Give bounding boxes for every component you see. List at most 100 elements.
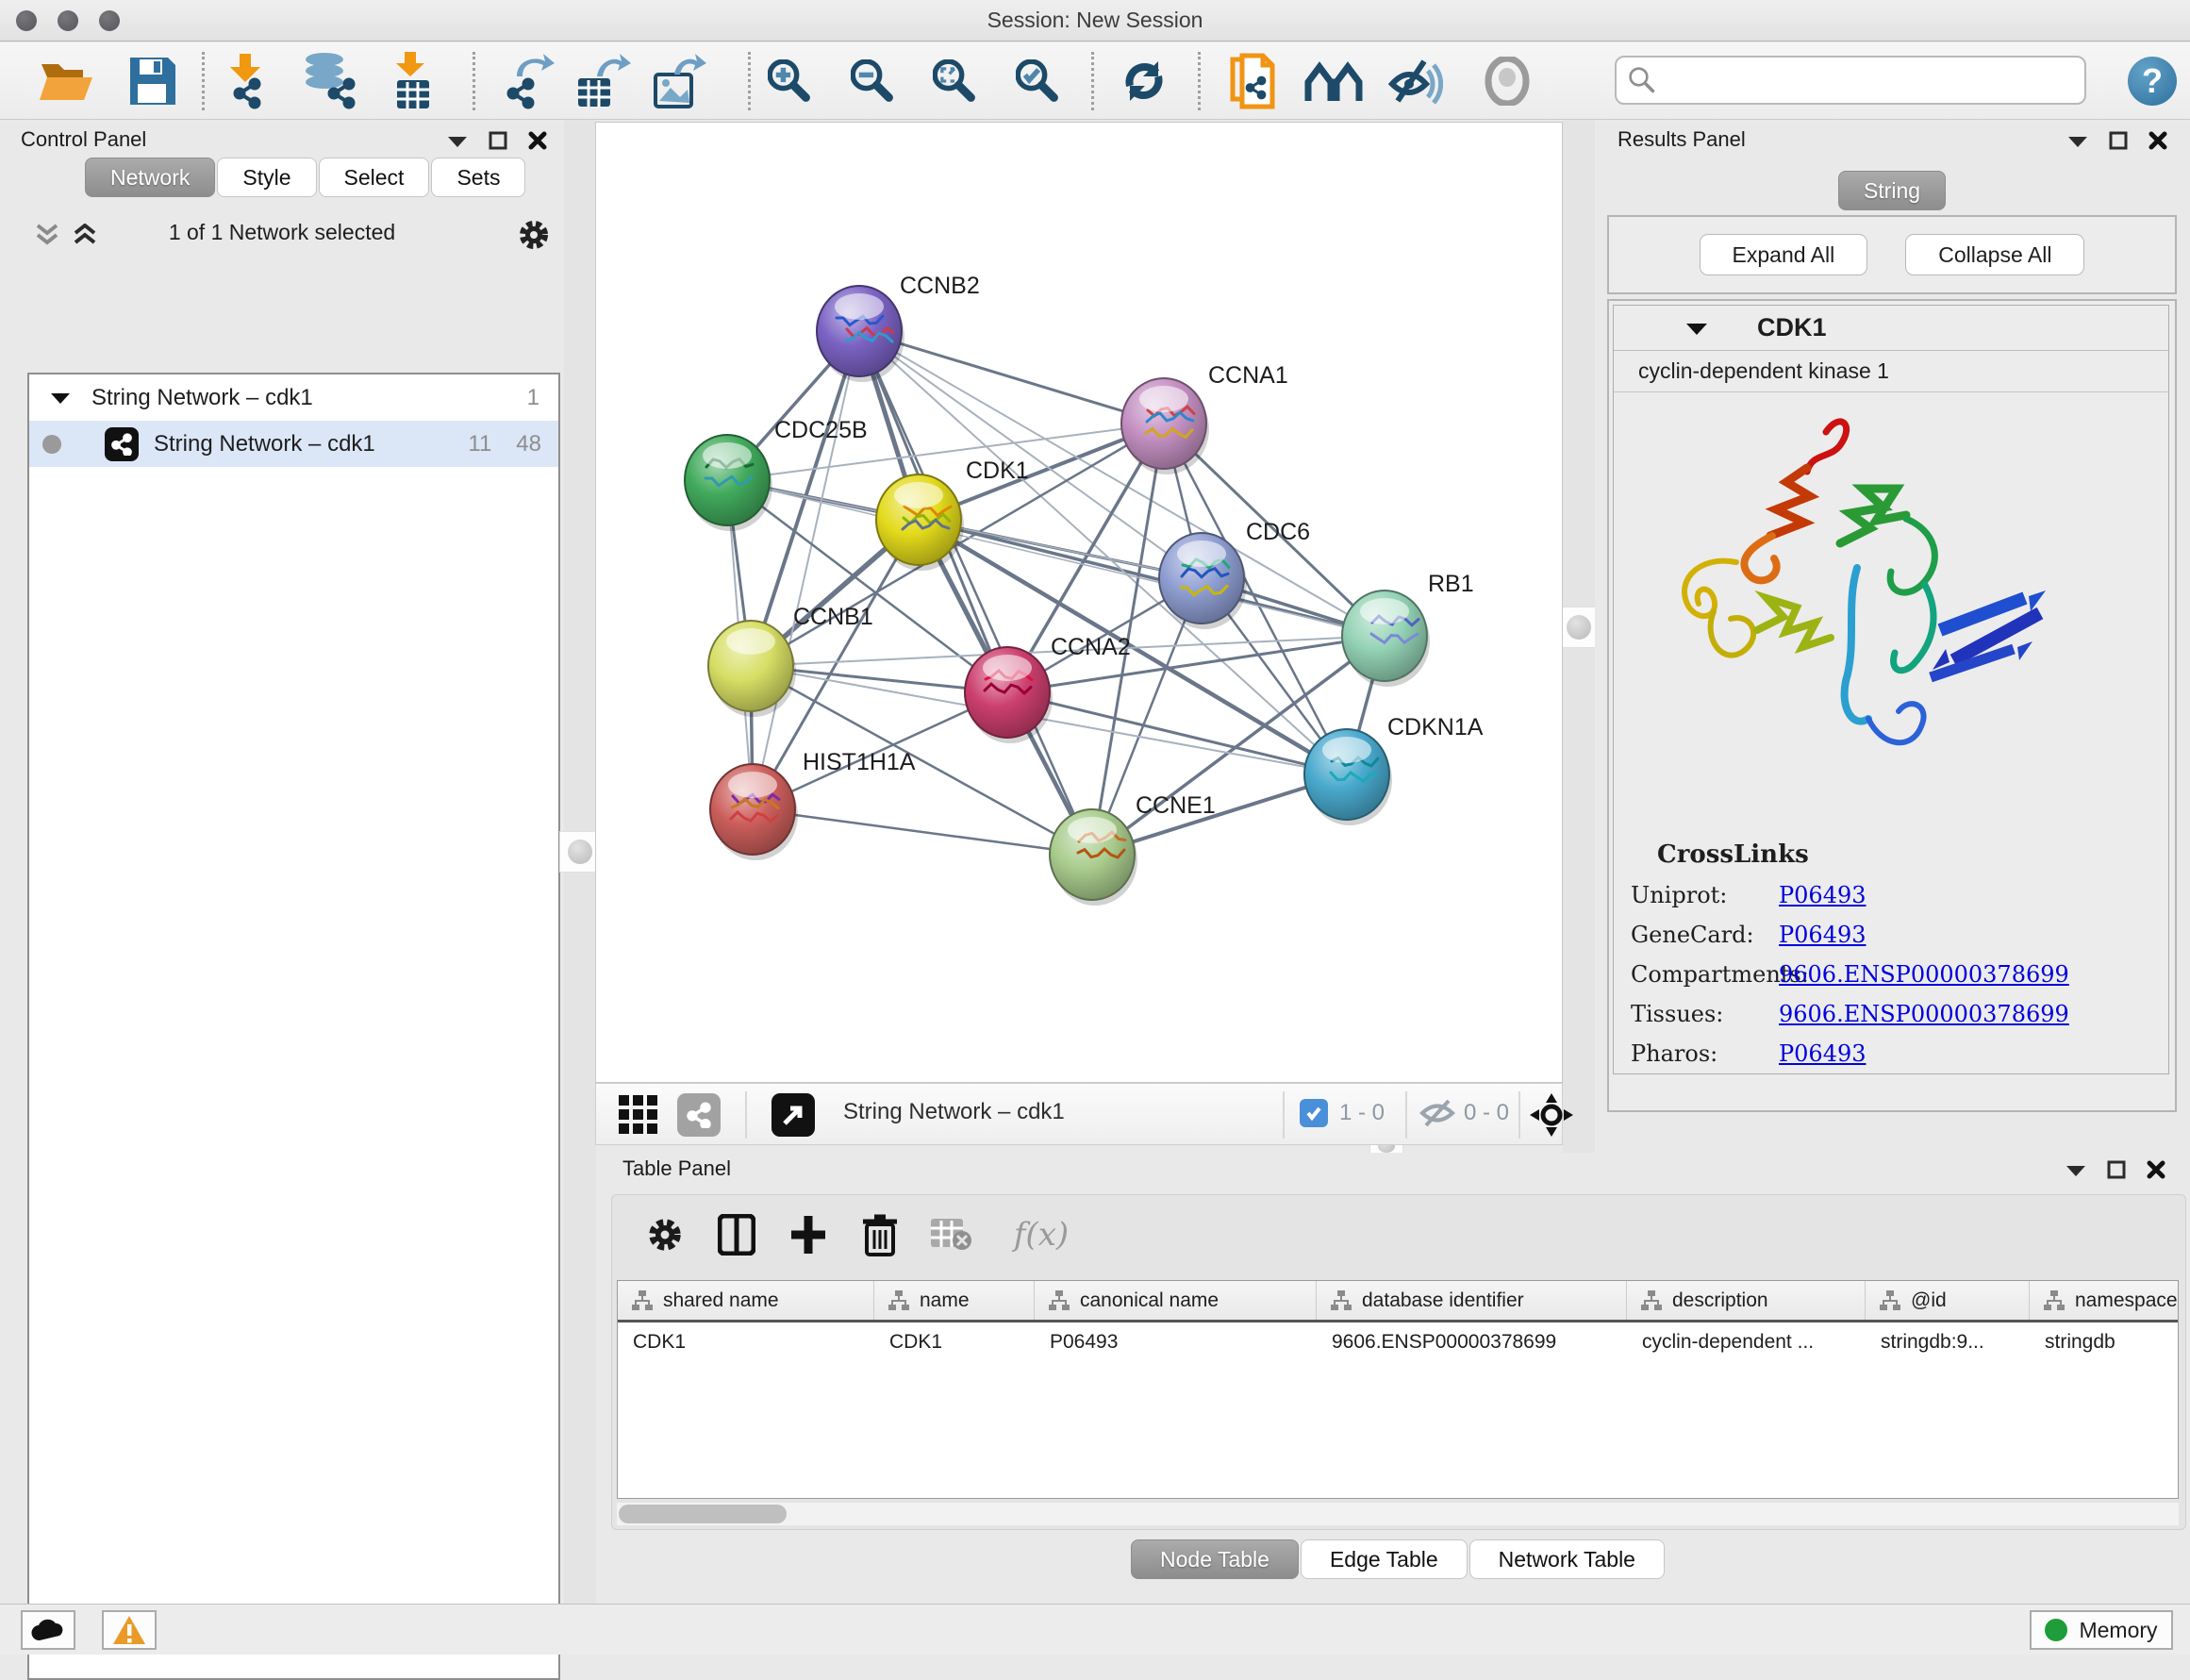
duplicate-network-button[interactable] [1221,51,1287,111]
section-collapse-icon[interactable] [1685,320,1708,337]
node-table[interactable]: shared namenamecanonical namedatabase id… [617,1280,2179,1499]
show-hide-graphics-button[interactable] [1382,51,1448,111]
tab-string[interactable]: String [1838,171,1946,210]
results-scroll-area[interactable]: CDK1 cyclin-dependent kinase 1 CrossLink… [1607,299,2177,1112]
panel-float-icon[interactable] [489,131,507,150]
open-session-button[interactable] [34,51,100,111]
edge-CDK1-RB1[interactable] [919,520,1385,636]
column-header-name[interactable]: name [874,1281,1035,1320]
first-neighbors-button[interactable] [1302,51,1369,111]
zoom-selected-button[interactable] [1004,51,1070,111]
expand-all-button[interactable]: Expand All [1700,234,1868,275]
crosslink-value[interactable]: P06493 [1779,882,1866,908]
section-header[interactable]: CDK1 [1614,306,2168,351]
selected-checkbox-icon[interactable] [1300,1099,1328,1127]
search-box[interactable] [1615,56,2086,105]
right-splitter-handle[interactable] [1558,607,1600,648]
section-gene-name: CDK1 [1757,313,1827,342]
add-column-button[interactable] [782,1208,835,1261]
node-CCNA1[interactable]: CCNA1 [1121,362,1288,474]
tab-network[interactable]: Network [85,158,215,197]
string-badge-icon[interactable] [677,1093,721,1137]
zoom-out-button[interactable] [839,51,905,111]
column-header-databaseidentifier[interactable]: database identifier [1317,1281,1627,1320]
network-graph[interactable]: CCNB2CCNA1CDC25BCDK1CDC6RB1CCNB1CCNA2CDK… [596,123,1562,1082]
node-RB1[interactable]: RB1 [1342,571,1474,687]
panel-close-icon[interactable] [2147,1160,2165,1179]
export-table-button[interactable] [571,51,637,111]
crosslink-value[interactable]: 9606.ENSP00000378699 [1779,1001,2069,1027]
birds-eye-grid-icon[interactable] [619,1095,660,1137]
search-input[interactable] [1656,68,2062,92]
import-table-button[interactable] [382,51,448,111]
hide-panel-button[interactable] [1474,51,1540,111]
edge-CCNB2-CCNE1[interactable] [859,331,1092,855]
panel-float-icon[interactable] [2107,1160,2126,1179]
tab-network-table[interactable]: Network Table [1469,1539,1665,1579]
panel-menu-icon[interactable] [2067,133,2088,148]
node-CCNA2[interactable]: CCNA2 [965,634,1131,743]
function-builder-button[interactable]: f(x) [999,1208,1084,1261]
hidden-eye-slash-icon[interactable] [1419,1099,1456,1127]
edge-CDC25B-CDC6[interactable] [727,480,1202,578]
collapse-all-button[interactable]: Collapse All [1905,234,2084,275]
panel-close-icon[interactable] [528,131,547,150]
memory-status-dot [2045,1619,2067,1641]
save-session-button[interactable] [120,51,186,111]
node-HIST1H1A[interactable]: HIST1H1A [710,749,916,860]
tab-style[interactable]: Style [217,158,316,197]
edge-CCNB2-CCNA1[interactable] [859,331,1164,424]
delete-column-button[interactable] [854,1208,906,1261]
node-CDKN1A[interactable]: CDKN1A [1304,714,1484,825]
cloud-status-button[interactable] [21,1610,75,1650]
table-settings-button[interactable] [639,1208,691,1261]
memory-button[interactable]: Memory [2030,1610,2173,1650]
crosslink-value[interactable]: P06493 [1779,922,1866,948]
zoom-in-button[interactable] [756,51,822,111]
edge-HIST1H1A-CCNE1[interactable] [753,809,1092,855]
gear-icon[interactable] [517,218,551,252]
column-header-description[interactable]: description [1627,1281,1866,1320]
open-in-browser-icon[interactable] [771,1093,815,1137]
panel-menu-icon[interactable] [2066,1162,2086,1177]
eye-slash-blue-icon [1386,58,1443,105]
column-header-sharedname[interactable]: shared name [618,1281,874,1320]
delete-table-button[interactable] [925,1208,978,1261]
show-columns-button[interactable] [710,1208,763,1261]
tab-node-table[interactable]: Node Table [1131,1539,1299,1579]
network-canvas[interactable]: CCNB2CCNA1CDC25BCDK1CDC6RB1CCNB1CCNA2CDK… [595,122,1563,1083]
right-splitter[interactable] [1563,120,1595,1153]
table-horizontal-scrollbar[interactable] [617,1503,2179,1525]
network-collection-row[interactable]: String Network – cdk1 1 [29,374,558,421]
column-header-namespace[interactable]: namespace [2030,1281,2179,1320]
crosslink-label: Pharos: [1614,1040,1779,1067]
import-network-button[interactable] [215,51,281,111]
column-header-id[interactable]: @id [1866,1281,2030,1320]
table-row[interactable]: CDK1CDK1P064939606.ENSP00000378699cyclin… [618,1322,2178,1362]
import-network-from-database-button[interactable] [297,51,363,111]
panel-close-icon[interactable] [2149,131,2167,150]
tab-edge-table[interactable]: Edge Table [1301,1539,1468,1579]
left-splitter[interactable] [564,120,596,1604]
tab-select[interactable]: Select [319,158,430,197]
fit-content-move-icon[interactable] [1530,1093,1573,1137]
crosslink-value[interactable]: 9606.ENSP00000378699 [1779,961,2069,988]
crosslink-value[interactable]: P06493 [1779,1040,1866,1067]
node-CCNB1[interactable]: CCNB1 [708,604,873,717]
tab-sets[interactable]: Sets [431,158,525,197]
node-CCNE1[interactable]: CCNE1 [1050,792,1216,906]
apply-layout-button[interactable] [1111,51,1177,111]
scrollbar-thumb[interactable] [619,1505,787,1523]
warnings-button[interactable] [102,1610,157,1650]
export-image-button[interactable] [646,51,712,111]
tree-expander-icon[interactable] [50,391,71,406]
export-network-button[interactable] [495,51,561,111]
edge-CCNB2-HIST1H1A[interactable] [753,331,859,809]
zoom-fit-button[interactable] [921,51,987,111]
panel-menu-icon[interactable] [447,133,468,148]
column-header-canonicalname[interactable]: canonical name [1035,1281,1317,1320]
network-row-selected[interactable]: String Network – cdk1 11 48 [29,421,558,467]
help-button[interactable]: ? [2119,51,2185,111]
node-CDK1[interactable]: CDK1 [876,457,1029,571]
panel-float-icon[interactable] [2109,131,2128,150]
